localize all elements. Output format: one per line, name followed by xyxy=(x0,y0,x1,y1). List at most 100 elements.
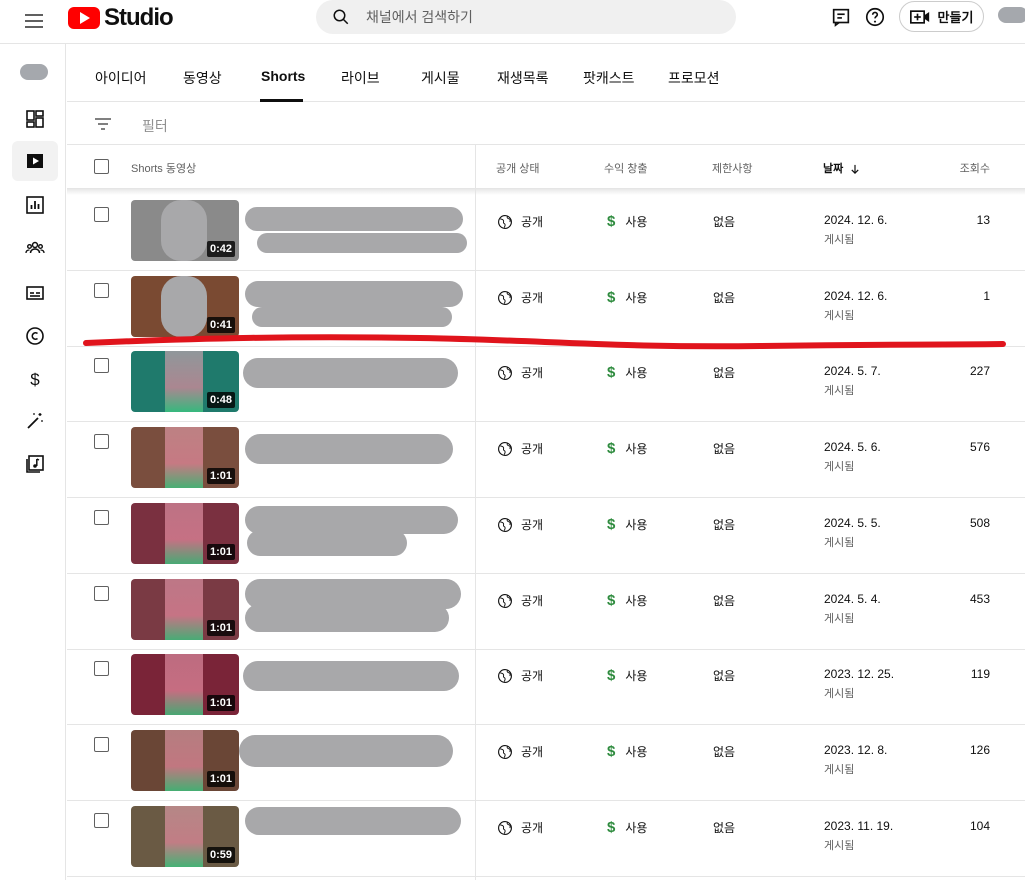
monetization-cell[interactable]: $ 사용 xyxy=(607,743,647,760)
monetization-cell[interactable]: $ 사용 xyxy=(607,364,647,381)
sidebar-item-audio-library[interactable] xyxy=(12,444,58,484)
row-checkbox[interactable] xyxy=(94,207,109,222)
visibility-cell[interactable]: 공개 xyxy=(497,743,543,760)
video-duration: 0:59 xyxy=(206,847,235,863)
monetization-cell[interactable]: $ 사용 xyxy=(607,440,647,457)
redacted-title xyxy=(245,807,461,835)
visibility-cell[interactable]: 공개 xyxy=(497,440,543,457)
visibility-cell[interactable]: 공개 xyxy=(497,667,543,684)
header-restrictions[interactable]: 제한사항 xyxy=(712,160,752,176)
table-row[interactable]: 0:48 공개 $ 사용 없음 2024. 5. 7. 게시됨 227 xyxy=(67,346,1025,422)
sidebar-item-subtitles[interactable] xyxy=(12,273,58,313)
header-monetization[interactable]: 수익 창출 xyxy=(604,160,648,176)
video-thumbnail[interactable]: 1:01 xyxy=(131,579,239,640)
header-date[interactable]: 날짜 xyxy=(823,160,861,176)
video-thumbnail[interactable]: 0:48 xyxy=(131,351,239,412)
sidebar-item-content[interactable] xyxy=(12,141,58,181)
video-thumbnail[interactable]: 0:42 xyxy=(131,200,239,261)
tab-promotions[interactable]: 프로모션 xyxy=(668,68,720,88)
row-checkbox[interactable] xyxy=(94,586,109,601)
monetization-cell[interactable]: $ 사용 xyxy=(607,819,647,836)
monetization-label: 사용 xyxy=(625,291,648,305)
table-row[interactable]: 0:59 공개 $ 사용 없음 2023. 11. 19. 게시됨 104 xyxy=(67,801,1025,877)
video-add-icon xyxy=(909,9,929,24)
visibility-label: 공개 xyxy=(521,669,544,683)
row-checkbox[interactable] xyxy=(94,813,109,828)
row-checkbox[interactable] xyxy=(94,434,109,449)
sidebar-item-dashboard[interactable] xyxy=(12,99,58,139)
row-checkbox[interactable] xyxy=(94,737,109,752)
visibility-cell[interactable]: 공개 xyxy=(497,213,543,230)
video-thumbnail[interactable]: 0:59 xyxy=(131,806,239,867)
monetization-cell[interactable]: $ 사용 xyxy=(607,213,647,230)
publish-status: 게시됨 xyxy=(824,764,855,776)
table-row[interactable]: 1:01 공개 $ 사용 없음 2024. 5. 4. 게시됨 453 xyxy=(67,574,1025,650)
tab-posts[interactable]: 게시물 xyxy=(421,68,460,88)
globe-icon xyxy=(498,214,512,229)
publish-status: 게시됨 xyxy=(824,613,855,625)
monetization-cell[interactable]: $ 사용 xyxy=(607,516,647,533)
tab-shorts[interactable]: Shorts xyxy=(261,68,305,84)
monetization-cell[interactable]: $ 사용 xyxy=(607,592,647,609)
row-checkbox[interactable] xyxy=(94,283,109,298)
account-avatar[interactable] xyxy=(998,7,1025,23)
globe-icon xyxy=(498,290,512,305)
table-row[interactable]: 1:01 공개 $ 사용 없음 2023. 12. 8. 게시됨 126 xyxy=(67,725,1025,801)
filter-icon[interactable] xyxy=(93,114,113,134)
filter-input[interactable]: 필터 xyxy=(142,116,168,136)
tab-ideas[interactable]: 아이디어 xyxy=(95,68,147,88)
visibility-cell[interactable]: 공개 xyxy=(497,289,543,306)
sidebar-item-community[interactable] xyxy=(12,228,58,268)
studio-logo[interactable]: Studio xyxy=(68,4,174,32)
monetization-cell[interactable]: $ 사용 xyxy=(607,667,647,684)
header-visibility[interactable]: 공개 상태 xyxy=(496,160,540,176)
sidebar-item-earn[interactable]: $ xyxy=(12,359,58,399)
date-cell: 2024. 5. 5. 게시됨 xyxy=(824,516,881,550)
thumbnail-figure xyxy=(165,806,203,867)
thumbnail-figure xyxy=(165,503,203,564)
tab-live[interactable]: 라이브 xyxy=(341,68,380,88)
table-row[interactable]: 1:01 공개 $ 사용 없음 2023. 12. 25. 게시됨 119 xyxy=(67,649,1025,725)
visibility-cell[interactable]: 공개 xyxy=(497,592,543,609)
tab-podcasts[interactable]: 팟캐스트 xyxy=(583,68,635,88)
date-value: 2024. 5. 4. xyxy=(824,592,881,606)
sidebar-item-analytics[interactable] xyxy=(12,185,58,225)
visibility-cell[interactable]: 공개 xyxy=(497,819,543,836)
video-thumbnail[interactable]: 0:41 xyxy=(131,276,239,337)
menu-icon[interactable] xyxy=(22,9,46,33)
visibility-cell[interactable]: 공개 xyxy=(497,364,543,381)
tab-playlists[interactable]: 재생목록 xyxy=(497,68,549,88)
row-checkbox[interactable] xyxy=(94,358,109,373)
visibility-cell[interactable]: 공개 xyxy=(497,516,543,533)
tab-videos[interactable]: 동영상 xyxy=(183,68,222,88)
feedback-icon[interactable] xyxy=(830,6,852,28)
row-checkbox[interactable] xyxy=(94,510,109,525)
search-icon[interactable] xyxy=(332,8,350,26)
publish-status: 게시됨 xyxy=(824,461,855,473)
table-row[interactable]: 0:42 공개 $ 사용 없음 2024. 12. 6. 게시됨 13 xyxy=(67,195,1025,271)
globe-icon xyxy=(498,668,512,683)
help-icon[interactable] xyxy=(864,6,886,28)
channel-avatar[interactable] xyxy=(20,64,48,80)
table-row[interactable]: 0:41 공개 $ 사용 없음 2024. 12. 6. 게시됨 1 xyxy=(67,271,1025,347)
video-thumbnail[interactable]: 1:01 xyxy=(131,427,239,488)
create-button[interactable]: 만들기 xyxy=(899,1,984,32)
table-row[interactable]: 1:01 공개 $ 사용 없음 2024. 5. 6. 게시됨 576 xyxy=(67,422,1025,498)
search-input[interactable] xyxy=(366,9,706,25)
table-row[interactable]: 1:01 공개 $ 사용 없음 2024. 5. 5. 게시됨 508 xyxy=(67,498,1025,574)
redacted-title xyxy=(239,735,453,767)
redacted-title xyxy=(252,307,452,327)
sidebar-item-copyright[interactable] xyxy=(12,316,58,356)
publish-status: 게시됨 xyxy=(824,537,855,549)
select-all-checkbox[interactable] xyxy=(94,159,109,174)
monetization-cell[interactable]: $ 사용 xyxy=(607,289,647,306)
video-thumbnail[interactable]: 1:01 xyxy=(131,730,239,791)
video-thumbnail[interactable]: 1:01 xyxy=(131,654,239,715)
header-views[interactable]: 조회수 xyxy=(960,160,990,176)
video-thumbnail[interactable]: 1:01 xyxy=(131,503,239,564)
video-duration: 1:01 xyxy=(206,771,235,787)
views-cell: 119 xyxy=(970,667,990,681)
row-checkbox[interactable] xyxy=(94,661,109,676)
dollar-icon: $ xyxy=(607,364,616,381)
sidebar-item-customization[interactable] xyxy=(12,401,58,441)
